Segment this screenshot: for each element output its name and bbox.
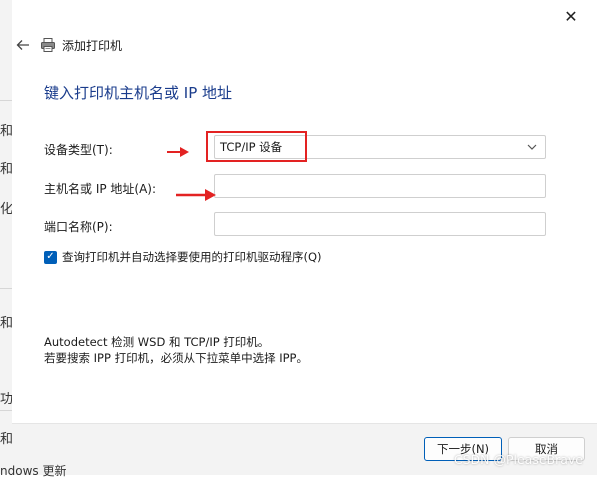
- background-divider: [0, 288, 12, 289]
- checkbox-checked-icon: ✓: [44, 250, 57, 264]
- device-type-value: TCP/IP 设备: [220, 140, 283, 154]
- port-name-input[interactable]: [214, 212, 546, 236]
- add-printer-dialog: ✕ 添加打印机 键入打印机主机名或 IP 地址 设备类型(T): TCP/IP …: [12, 0, 597, 475]
- red-arrow-icon: [176, 189, 216, 201]
- device-type-select[interactable]: TCP/IP 设备: [214, 135, 546, 159]
- background-bottom-text: ndows 更新: [0, 464, 67, 478]
- port-name-label: 端口名称(P):: [44, 220, 113, 234]
- background-divider: [0, 100, 12, 101]
- close-icon: ✕: [564, 6, 578, 26]
- page-heading: 键入打印机主机名或 IP 地址: [44, 84, 233, 102]
- dialog-title: 添加打印机: [40, 35, 122, 55]
- chevron-down-icon: [527, 144, 537, 150]
- device-type-label: 设备类型(T):: [44, 143, 113, 157]
- red-arrow-icon: [167, 147, 189, 157]
- watermark: CSDN @PleaseBrave: [453, 452, 583, 467]
- hostname-input[interactable]: [214, 174, 546, 198]
- dialog-footer: 下一步(N) 取消: [12, 423, 597, 475]
- dialog-title-text: 添加打印机: [62, 38, 123, 53]
- query-printer-checkbox[interactable]: ✓ 查询打印机并自动选择要使用的打印机驱动程序(Q): [44, 248, 322, 266]
- description-line-2: 若要搜索 IPP 打印机，必须从下拉菜单中选择 IPP。: [44, 351, 308, 365]
- background-divider: [0, 410, 12, 411]
- hostname-label: 主机名或 IP 地址(A):: [44, 182, 157, 196]
- close-button[interactable]: ✕: [557, 4, 585, 28]
- printer-icon: [41, 38, 55, 52]
- checkbox-label: 查询打印机并自动选择要使用的打印机驱动程序(Q): [62, 250, 322, 264]
- description-line-1: Autodetect 检测 WSD 和 TCP/IP 打印机。: [44, 335, 270, 349]
- back-arrow-icon: [16, 40, 29, 50]
- back-button[interactable]: [12, 34, 34, 56]
